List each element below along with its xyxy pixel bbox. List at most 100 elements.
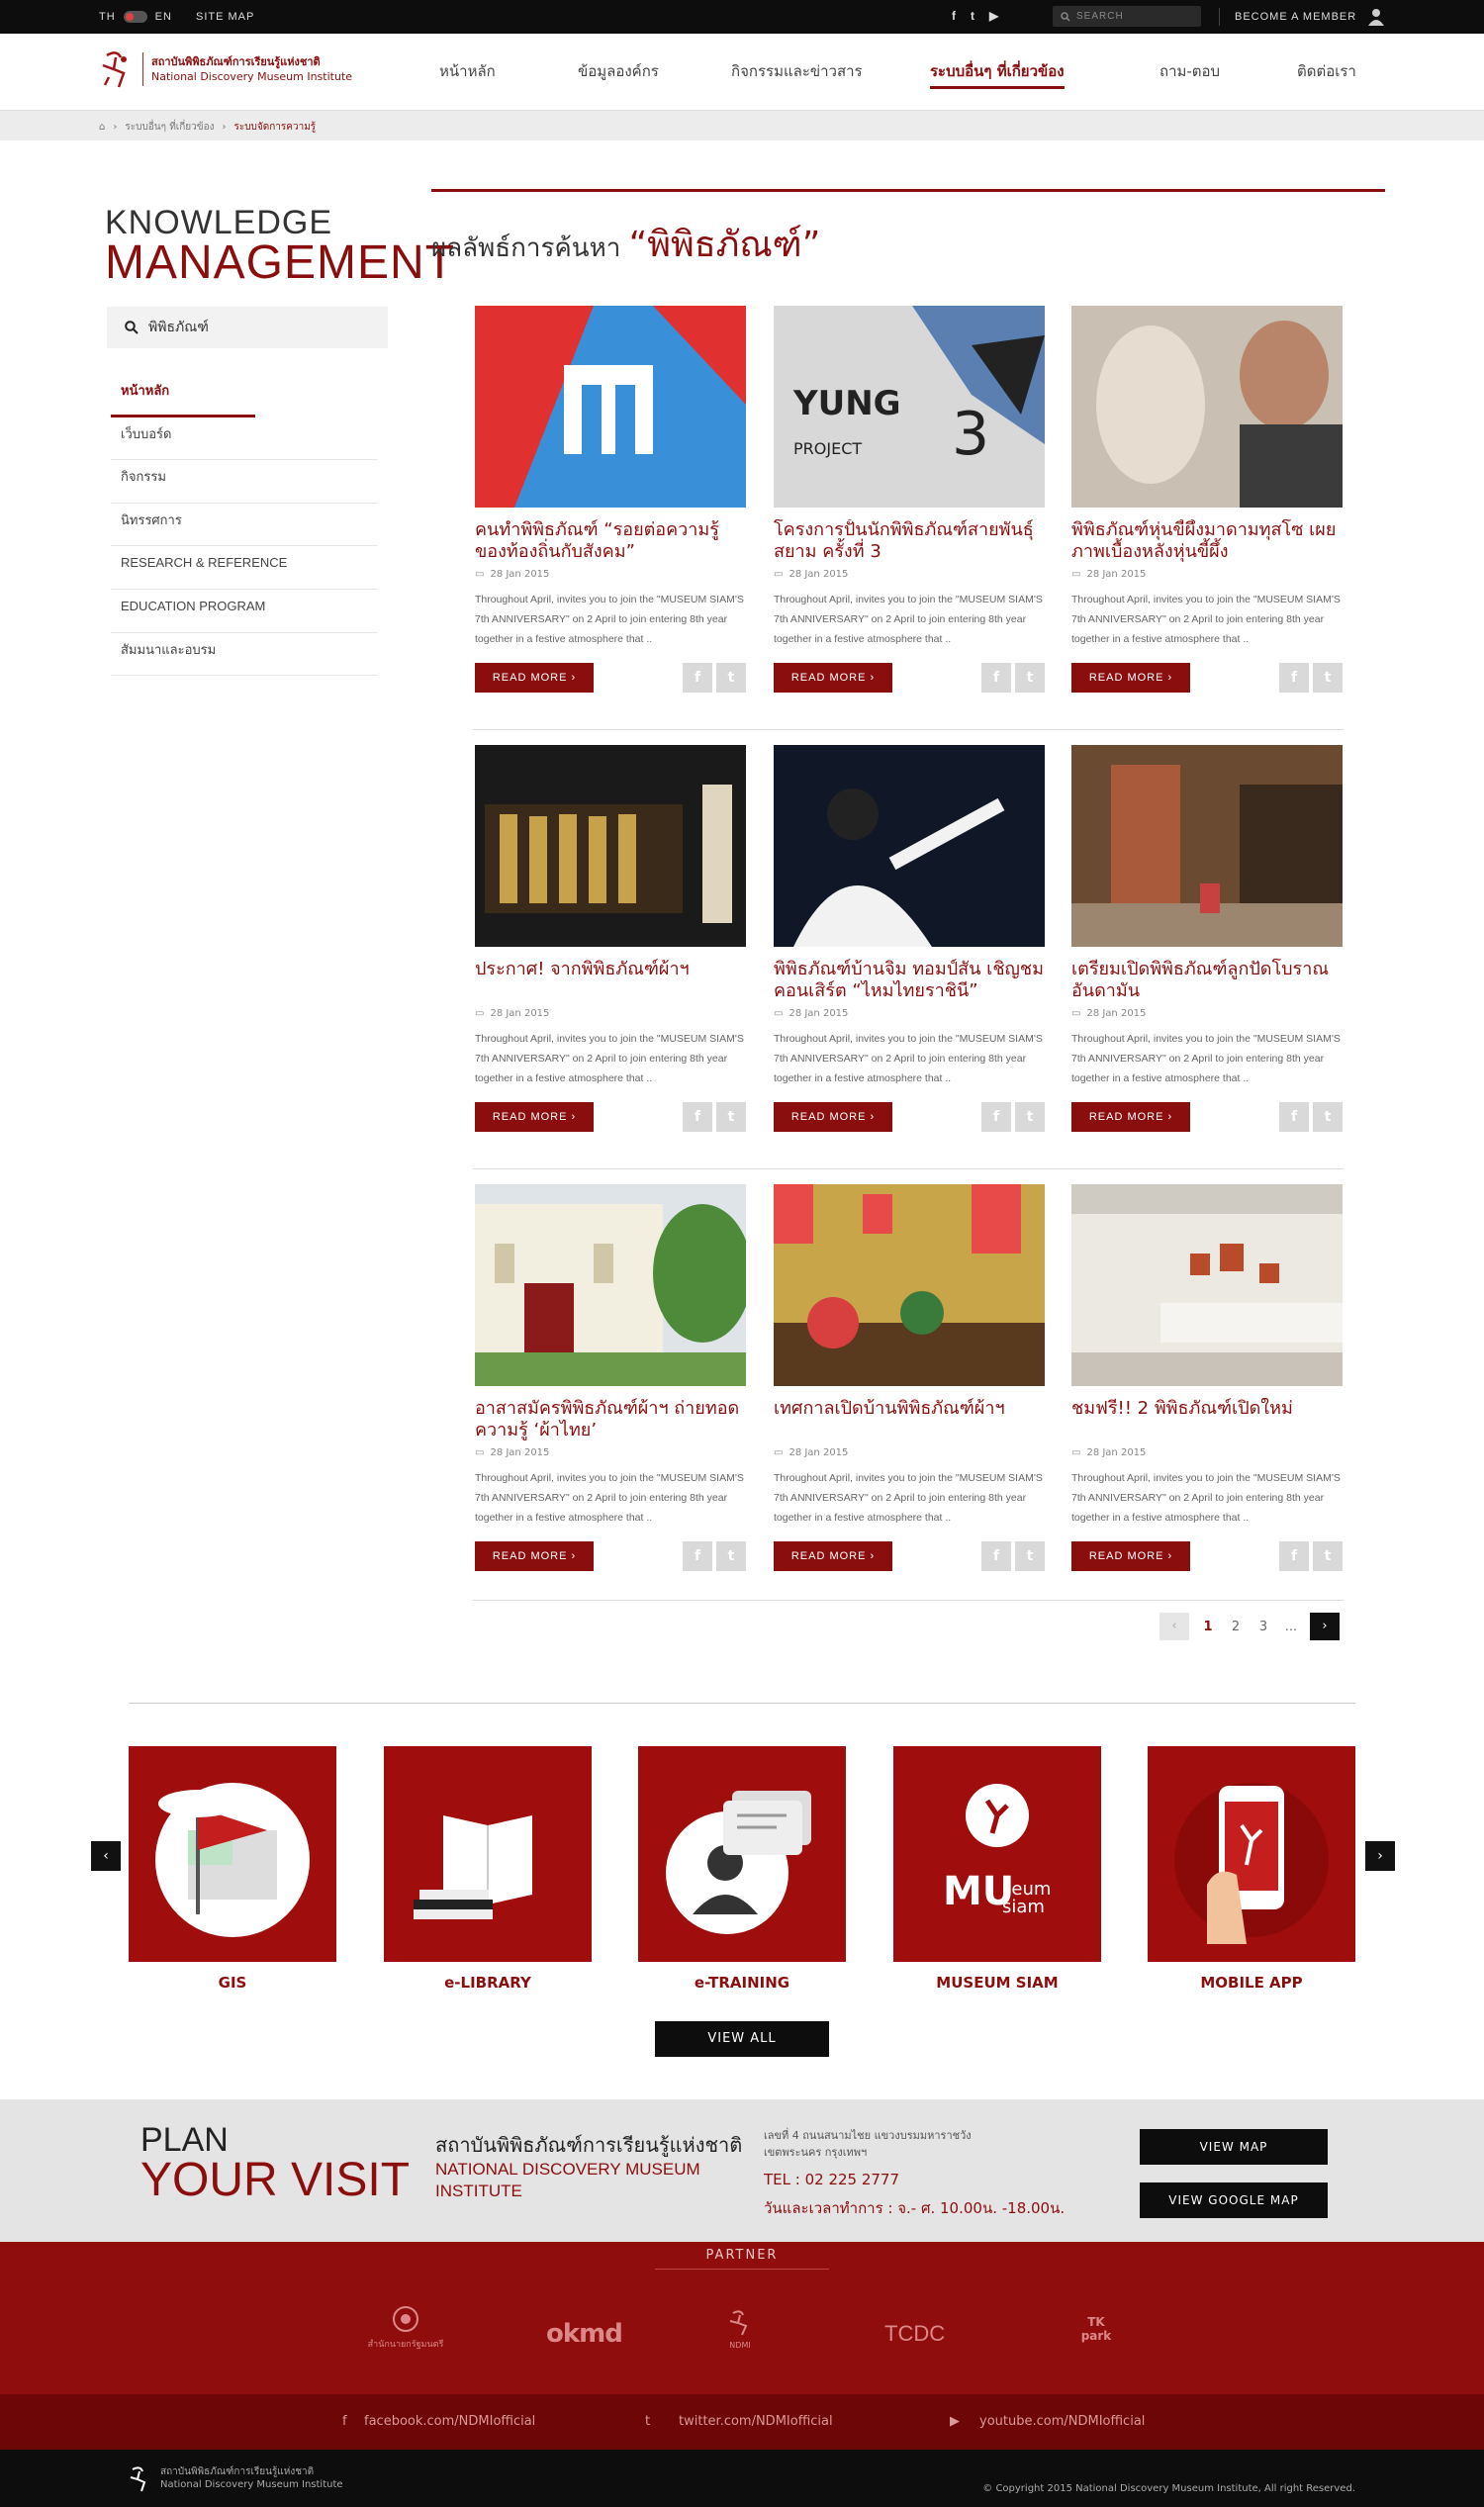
partner-logo-ndmi[interactable]: NDMI [720, 2307, 760, 2350]
page-3[interactable]: 3 [1254, 1620, 1272, 1634]
card-title[interactable]: พิพิธภัณฑ์หุ่นขี้ผึ้งมาดามทุสโซ เผยภาพเบ… [1071, 519, 1343, 563]
twitter-share-icon[interactable]: t [1015, 1541, 1045, 1571]
card-image[interactable] [774, 1184, 1045, 1386]
user-icon[interactable] [1368, 8, 1384, 26]
carousel-prev-button[interactable]: ‹ [91, 1841, 121, 1871]
twitter-icon[interactable]: t [645, 2414, 650, 2429]
twitter-share-icon[interactable]: t [1313, 1102, 1343, 1132]
facebook-share-icon[interactable]: f [1279, 663, 1309, 693]
card-image[interactable]: YUNG 3 PROJECT [774, 306, 1045, 508]
twitter-share-icon[interactable]: t [716, 1102, 746, 1132]
view-all-button[interactable]: VIEW ALL [655, 2021, 829, 2057]
service-mobile-app[interactable]: MOBILE APP [1148, 1746, 1355, 1992]
partner-logo-tkpark[interactable]: TK park [1076, 2315, 1116, 2343]
card-title[interactable]: ชมฟรี!! 2 พิพิธภัณฑ์เปิดใหม่ [1071, 1398, 1343, 1441]
sidebar-item-education[interactable]: EDUCATION PROGRAM [111, 590, 378, 633]
card-image[interactable] [1071, 745, 1343, 947]
read-more-button[interactable]: READ MORE › [774, 1102, 892, 1132]
read-more-button[interactable]: READ MORE › [774, 1541, 892, 1571]
sidebar-item-home[interactable]: หน้าหลัก [111, 374, 255, 418]
search-input[interactable]: SEARCH [1053, 6, 1201, 27]
card-title[interactable]: โครงการปั้นนักพิพิธภัณฑ์สายพันธุ์สยาม คร… [774, 519, 1045, 563]
partner-logo-opm[interactable]: สำนักนายกรัฐมนตรี [366, 2305, 445, 2351]
partner-logo-okmd[interactable]: okmd [546, 2319, 623, 2349]
card-title[interactable]: คนทำพิพิธภัณฑ์ “รอยต่อความรู้ของท้องถิ่น… [475, 519, 746, 563]
twitter-share-icon[interactable]: t [716, 663, 746, 693]
result-card[interactable]: คนทำพิพิธภัณฑ์ “รอยต่อความรู้ของท้องถิ่น… [475, 306, 746, 693]
card-image[interactable] [475, 306, 746, 508]
next-page-button[interactable]: › [1310, 1613, 1340, 1640]
facebook-icon[interactable]: f [952, 9, 957, 23]
nav-about[interactable]: ข้อมูลองค์กร [578, 59, 659, 83]
result-card[interactable]: อาสาสมัครพิพิธภัณฑ์ผ้าฯ ถ่ายทอดความรู้ ‘… [475, 1184, 746, 1571]
card-title[interactable]: อาสาสมัครพิพิธภัณฑ์ผ้าฯ ถ่ายทอดความรู้ ‘… [475, 1398, 746, 1441]
twitter-share-icon[interactable]: t [716, 1541, 746, 1571]
facebook-share-icon[interactable]: f [1279, 1541, 1309, 1571]
facebook-link[interactable]: facebook.com/NDMIofficial [364, 2414, 535, 2429]
read-more-button[interactable]: READ MORE › [1071, 1541, 1190, 1571]
facebook-share-icon[interactable]: f [981, 1102, 1011, 1132]
card-image[interactable] [1071, 306, 1343, 508]
card-image[interactable] [1071, 1184, 1343, 1386]
result-card[interactable]: YUNG 3 PROJECT โครงการปั้นนักพิพิธภัณฑ์สายพ… [774, 306, 1045, 693]
sidebar-item-webboard[interactable]: เว็บบอร์ด [111, 418, 378, 461]
service-museum-siam[interactable]: MU seum siam MUSEUM SIAM [893, 1746, 1101, 1992]
facebook-share-icon[interactable]: f [683, 663, 712, 693]
view-map-button[interactable]: VIEW MAP [1140, 2129, 1328, 2165]
page-2[interactable]: 2 [1227, 1620, 1245, 1634]
result-card[interactable]: เตรียมเปิดพิพิธภัณฑ์ลูกปัดโบราณอันดามัน ▭… [1071, 745, 1343, 1132]
card-image[interactable] [774, 745, 1045, 947]
become-member-link[interactable]: BECOME A MEMBER [1235, 11, 1356, 23]
twitter-share-icon[interactable]: t [1313, 663, 1343, 693]
service-etraining[interactable]: e-TRAINING [638, 1746, 846, 1992]
twitter-share-icon[interactable]: t [1313, 1541, 1343, 1571]
sitemap-link[interactable]: SITE MAP [196, 11, 254, 23]
result-card[interactable]: พิพิธภัณฑ์บ้านจิม ทอมป์สัน เชิญชมคอนเสิร… [774, 745, 1045, 1132]
nav-contact[interactable]: ติดต่อเรา [1297, 59, 1356, 83]
result-card[interactable]: ชมฟรี!! 2 พิพิธภัณฑ์เปิดใหม่ ▭ 28 Jan 2015… [1071, 1184, 1343, 1571]
youtube-link[interactable]: youtube.com/NDMIofficial [979, 2414, 1145, 2429]
footer-logo[interactable]: สถาบันพิพิธภัณฑ์การเรียนรู้แห่งชาติ Nati… [127, 2463, 343, 2493]
result-card[interactable]: พิพิธภัณฑ์หุ่นขี้ผึ้งมาดามทุสโซ เผยภาพเบ… [1071, 306, 1343, 693]
facebook-share-icon[interactable]: f [981, 1541, 1011, 1571]
card-image[interactable] [475, 745, 746, 947]
nav-activities[interactable]: กิจกรรมและข่าวสาร [731, 59, 863, 83]
youtube-icon[interactable]: ▶ [989, 9, 999, 23]
service-gis[interactable]: GIS [129, 1746, 336, 1992]
twitter-share-icon[interactable]: t [1015, 663, 1045, 693]
sidebar-item-activities[interactable]: กิจกรรม [111, 460, 378, 504]
view-google-map-button[interactable]: VIEW GOOGLE MAP [1140, 2182, 1328, 2218]
read-more-button[interactable]: READ MORE › [475, 663, 594, 693]
carousel-next-button[interactable]: › [1365, 1841, 1395, 1871]
card-image[interactable] [475, 1184, 746, 1386]
sidebar-item-seminars[interactable]: สัมมนาและอบรม [111, 633, 378, 677]
language-toggle[interactable] [123, 11, 147, 23]
read-more-button[interactable]: READ MORE › [774, 663, 892, 693]
twitter-icon[interactable]: t [971, 9, 975, 23]
site-logo[interactable]: สถาบันพิพิธภัณฑ์การเรียนรู้แห่งชาติ Nati… [97, 47, 352, 91]
read-more-button[interactable]: READ MORE › [475, 1541, 594, 1571]
prev-page-button[interactable]: ‹ [1159, 1613, 1189, 1640]
breadcrumb-item[interactable]: ระบบอื่นๆ ที่เกี่ยวข้อง [125, 120, 214, 135]
result-card[interactable]: ประกาศ! จากพิพิธภัณฑ์ผ้าฯ ▭ 28 Jan 2015 Thr… [475, 745, 746, 1132]
facebook-icon[interactable]: f [342, 2414, 347, 2429]
service-elibrary[interactable]: e-LIBRARY [384, 1746, 592, 1992]
read-more-button[interactable]: READ MORE › [1071, 663, 1190, 693]
nav-home[interactable]: หน้าหลัก [439, 59, 496, 83]
nav-related-systems[interactable]: ระบบอื่นๆ ที่เกี่ยวข้อง [930, 59, 1065, 89]
card-title[interactable]: ประกาศ! จากพิพิธภัณฑ์ผ้าฯ [475, 959, 746, 1002]
facebook-share-icon[interactable]: f [683, 1102, 712, 1132]
km-search-field[interactable]: พิพิธภัณฑ์ [107, 307, 388, 348]
twitter-link[interactable]: twitter.com/NDMIofficial [679, 2414, 833, 2429]
page-1[interactable]: 1 [1199, 1620, 1217, 1634]
card-title[interactable]: พิพิธภัณฑ์บ้านจิม ทอมป์สัน เชิญชมคอนเสิร… [774, 959, 1045, 1002]
read-more-button[interactable]: READ MORE › [1071, 1102, 1190, 1132]
sidebar-item-research[interactable]: RESEARCH & REFERENCE [111, 546, 378, 590]
facebook-share-icon[interactable]: f [683, 1541, 712, 1571]
facebook-share-icon[interactable]: f [1279, 1102, 1309, 1132]
facebook-share-icon[interactable]: f [981, 663, 1011, 693]
result-card[interactable]: เทศกาลเปิดบ้านพิพิธภัณฑ์ผ้าฯ ▭ 28 Jan 2015… [774, 1184, 1045, 1571]
lang-en[interactable]: EN [155, 11, 172, 23]
nav-faq[interactable]: ถาม-ตอบ [1159, 59, 1220, 83]
read-more-button[interactable]: READ MORE › [475, 1102, 594, 1132]
